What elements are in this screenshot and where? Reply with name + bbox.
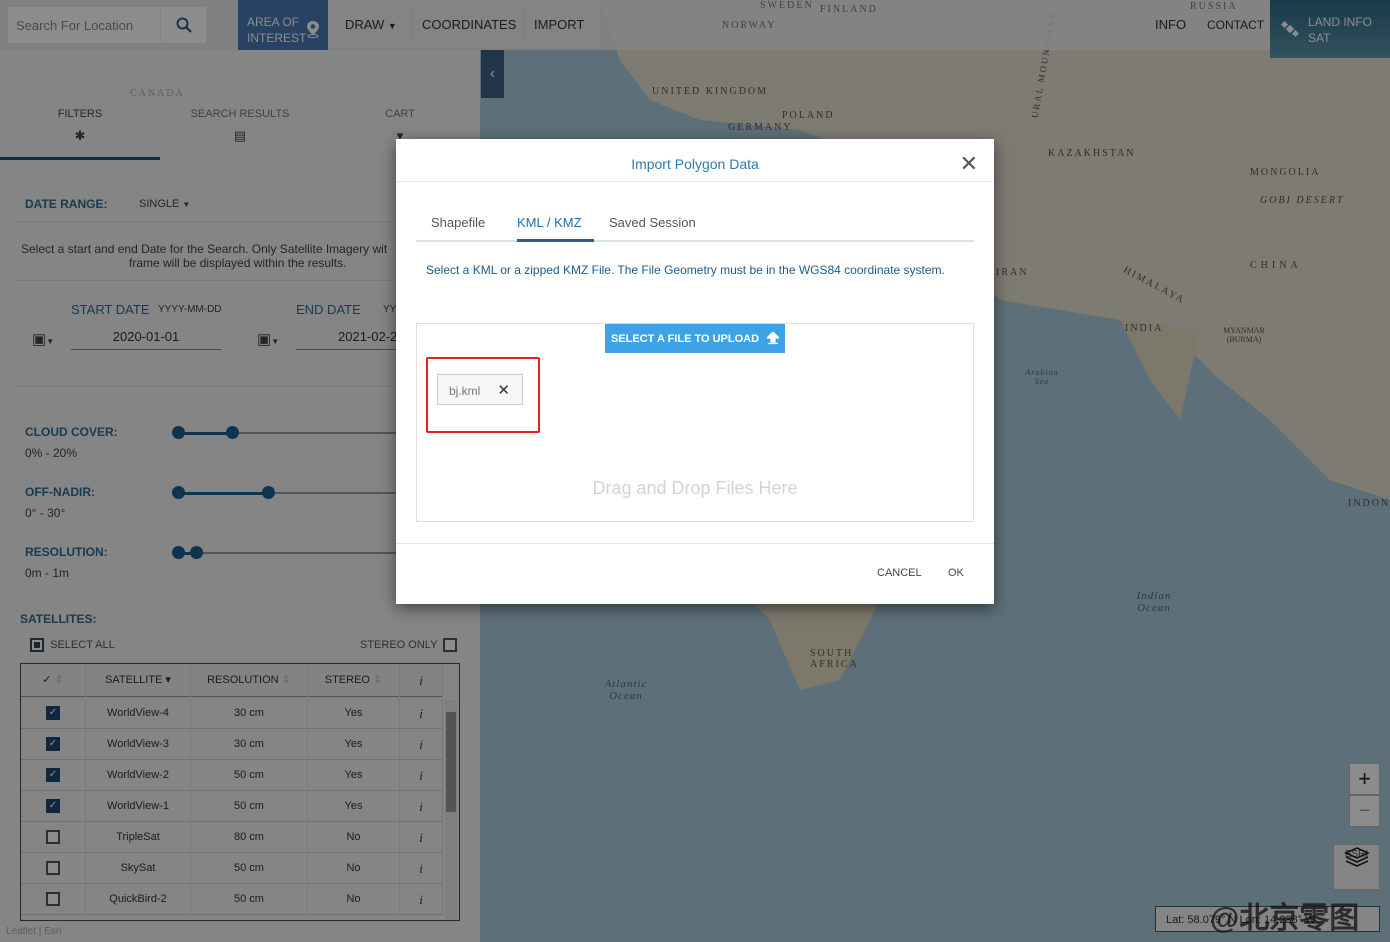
- highlight-box: [426, 357, 540, 433]
- divider: [396, 543, 994, 544]
- ok-button[interactable]: OK: [948, 567, 964, 579]
- drop-hint: Drag and Drop Files Here: [592, 478, 798, 498]
- close-icon[interactable]: ✕: [960, 153, 978, 175]
- tab-saved-session[interactable]: Saved Session: [609, 215, 696, 230]
- tab-kml-kmz[interactable]: KML / KMZ: [517, 215, 582, 230]
- select-file-button[interactable]: SELECT A FILE TO UPLOAD: [605, 324, 785, 353]
- tab-shapefile[interactable]: Shapefile: [431, 215, 485, 230]
- cancel-button[interactable]: CANCEL: [877, 567, 922, 579]
- dialog-description: Select a KML or a zipped KMZ File. The F…: [426, 263, 945, 277]
- upload-icon: [767, 332, 780, 345]
- divider: [396, 181, 994, 182]
- import-polygon-dialog: Import Polygon Data ✕ Shapefile KML / KM…: [396, 139, 994, 604]
- active-tab-indicator: [517, 239, 594, 242]
- dialog-title: Import Polygon Data: [631, 156, 759, 172]
- tab-bar-line: [416, 240, 974, 242]
- upload-label: SELECT A FILE TO UPLOAD: [610, 332, 760, 345]
